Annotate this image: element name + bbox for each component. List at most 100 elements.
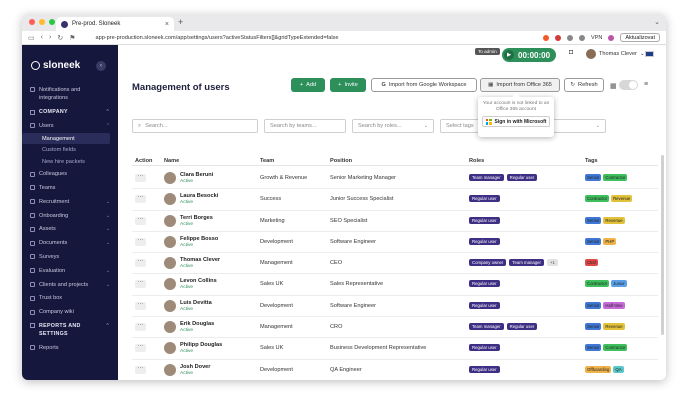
add-button[interactable]: + Add: [291, 78, 325, 92]
col-action[interactable]: Action: [135, 158, 152, 164]
row-actions-button[interactable]: ···: [135, 173, 146, 182]
sidebar-item-reports[interactable]: Reports: [22, 341, 118, 355]
roles-cell: Regular user: [469, 216, 500, 224]
table-row[interactable]: ··· Philipp Douglas Active Sales UK Business…: [132, 338, 658, 360]
grid-view-icon[interactable]: ▦: [610, 82, 617, 90]
reload-icon[interactable]: ↻: [57, 34, 63, 42]
sidebar-subitem-new-hire-packets[interactable]: New hire packets: [22, 156, 118, 168]
row-actions-button[interactable]: ···: [135, 343, 146, 353]
sidebar-subitem-management[interactable]: Management: [22, 132, 110, 145]
col-roles[interactable]: Roles: [469, 158, 484, 164]
minimize-window-button[interactable]: [39, 19, 45, 25]
role-filter[interactable]: Search by roles... ⌄: [352, 119, 434, 133]
language-flag-icon[interactable]: [645, 51, 654, 57]
import-google-button[interactable]: G Import from Google Workspace: [371, 78, 477, 92]
sidebar-item-evaluation[interactable]: Evaluation ⌄: [22, 264, 118, 278]
user-name-link[interactable]: Josh Dover: [180, 364, 210, 370]
bookmark-icon[interactable]: ⚑: [69, 34, 75, 42]
invite-button[interactable]: + Invite: [330, 78, 366, 92]
team-filter[interactable]: Search by teams...: [264, 119, 346, 133]
user-name-link[interactable]: Luis Devitta: [180, 300, 212, 306]
sidebar-item-users[interactable]: Users ⌃: [22, 119, 118, 133]
table-row[interactable]: ··· Thomas Clever Active Management CEO Compa…: [132, 253, 658, 275]
col-team[interactable]: Team: [260, 158, 274, 164]
sidebar-item-clients-and-projects[interactable]: Clients and projects ⌄: [22, 278, 118, 292]
reports-icon: [30, 345, 35, 351]
tab-close-icon[interactable]: ×: [165, 21, 169, 28]
browser-tab[interactable]: Pre-prod. Sloneek ×: [56, 17, 174, 31]
user-name-link[interactable]: Levon Collins: [180, 278, 217, 284]
import-office-button[interactable]: ▦ Import from Office 365: [480, 78, 560, 92]
import-office-label: Import from Office 365: [496, 82, 552, 88]
row-actions-button[interactable]: ···: [135, 279, 146, 289]
user-name-link[interactable]: Terri Borges: [180, 215, 213, 221]
user-name-link[interactable]: Clara Beruni: [180, 172, 213, 178]
sidebar-item-colleagues[interactable]: Colleagues: [22, 167, 118, 181]
row-actions-button[interactable]: ···: [135, 301, 146, 310]
user-menu[interactable]: Thomas Clever ⌄: [586, 49, 645, 59]
user-name-link[interactable]: Thomas Clever: [180, 257, 220, 263]
sidebar-subitem-custom-fields[interactable]: Custom fields: [22, 144, 118, 156]
forward-icon[interactable]: ›: [49, 34, 51, 41]
download-icon[interactable]: [567, 34, 574, 41]
sidebar-item-notifications[interactable]: Notifications and integrations: [22, 83, 118, 105]
vpn-button[interactable]: VPN: [591, 35, 602, 41]
table-row[interactable]: ··· Terri Borges Active Marketing SEO Specia…: [132, 211, 658, 232]
sidebar-item-onboarding[interactable]: Onboarding ⌄: [22, 209, 118, 223]
col-position[interactable]: Position: [330, 158, 352, 164]
table-row[interactable]: ··· Josh Dover Active Development QA Enginee…: [132, 360, 658, 380]
user-name-link[interactable]: Laura Besocki: [180, 193, 218, 199]
play-icon[interactable]: ▶: [504, 50, 514, 60]
user-name-link[interactable]: Philipp Douglas: [180, 342, 222, 348]
sidebar-toggle-icon[interactable]: ▭: [28, 34, 35, 42]
table-row[interactable]: ··· Erik Douglas Active Management CRO Team m…: [132, 317, 658, 339]
close-window-button[interactable]: [29, 19, 35, 25]
time-tracker[interactable]: ▶ 00:00:00: [502, 48, 557, 62]
row-actions-button[interactable]: ···: [135, 258, 146, 268]
table-row[interactable]: ··· Levon Collins Active Sales UK Sales Repr…: [132, 274, 658, 296]
update-button[interactable]: Aktualizovat: [620, 33, 660, 42]
user-name-link[interactable]: Felippe Bosso: [180, 236, 218, 242]
table-row[interactable]: ··· Laura Besocki Active Success Junior Succ…: [132, 189, 658, 211]
table-row[interactable]: ··· Luis Devitta Active Development Software…: [132, 296, 658, 318]
tags-cell: Offboarding QA: [585, 365, 624, 373]
sidebar-item-assets[interactable]: Assets ⌄: [22, 222, 118, 236]
to-admin-badge[interactable]: To admin: [475, 48, 500, 55]
sidebar-item-surveys[interactable]: Surveys: [22, 250, 118, 264]
row-actions-button[interactable]: ···: [135, 365, 146, 374]
maximize-window-button[interactable]: [49, 19, 55, 25]
table-row[interactable]: ··· Felippe Bosso Active Development Softwar…: [132, 232, 658, 254]
address-bar[interactable]: app-pre-production.sloneek.com/app/setti…: [95, 35, 338, 41]
sidebar-item-trust-box[interactable]: Trust box: [22, 291, 118, 305]
search-input[interactable]: ⌕ Search...: [132, 119, 258, 133]
list-menu-icon[interactable]: ≡: [644, 81, 648, 88]
refresh-button[interactable]: ↻ Refresh: [564, 78, 604, 92]
new-tab-button[interactable]: +: [178, 17, 183, 27]
section-reports-settings[interactable]: REPORTS AND SETTINGS ⌃: [22, 319, 118, 341]
user-name-link[interactable]: Erik Douglas: [180, 321, 214, 327]
brave-shield-icon[interactable]: [543, 34, 550, 41]
row-actions-button[interactable]: ···: [135, 322, 146, 332]
table-scrollbar[interactable]: [661, 155, 664, 335]
profile-icon[interactable]: [608, 34, 615, 41]
table-row[interactable]: ··· Clara Beruni Active Growth & Revenue Sen…: [132, 168, 658, 190]
view-toggle[interactable]: [619, 80, 638, 90]
row-actions-button[interactable]: ···: [135, 237, 146, 246]
sign-in-microsoft-button[interactable]: Sign in with Microsoft: [482, 116, 550, 127]
col-tags[interactable]: Tags: [585, 158, 598, 164]
row-actions-button[interactable]: ···: [135, 216, 146, 225]
sidebar-item-recruitment[interactable]: Recruitment ⌄: [22, 195, 118, 209]
sloneek-logo[interactable]: sloneek: [31, 60, 80, 71]
tab-menu-icon[interactable]: ⌄: [654, 18, 660, 26]
col-name[interactable]: Name: [164, 158, 179, 164]
section-company[interactable]: COMPANY ⌃: [22, 105, 118, 119]
sidebar-item-teams[interactable]: Teams: [22, 181, 118, 195]
sidebar-item-company-wiki[interactable]: Company wiki: [22, 305, 118, 319]
extension-icon[interactable]: [555, 34, 562, 41]
sidebar-item-documents[interactable]: Documents ⌄: [22, 236, 118, 250]
notifications-icon[interactable]: ◘: [569, 49, 573, 56]
collapse-sidebar-button[interactable]: ‹: [96, 61, 106, 71]
back-icon[interactable]: ‹: [41, 34, 43, 41]
row-actions-button[interactable]: ···: [135, 194, 146, 204]
wallet-icon[interactable]: [579, 34, 586, 41]
